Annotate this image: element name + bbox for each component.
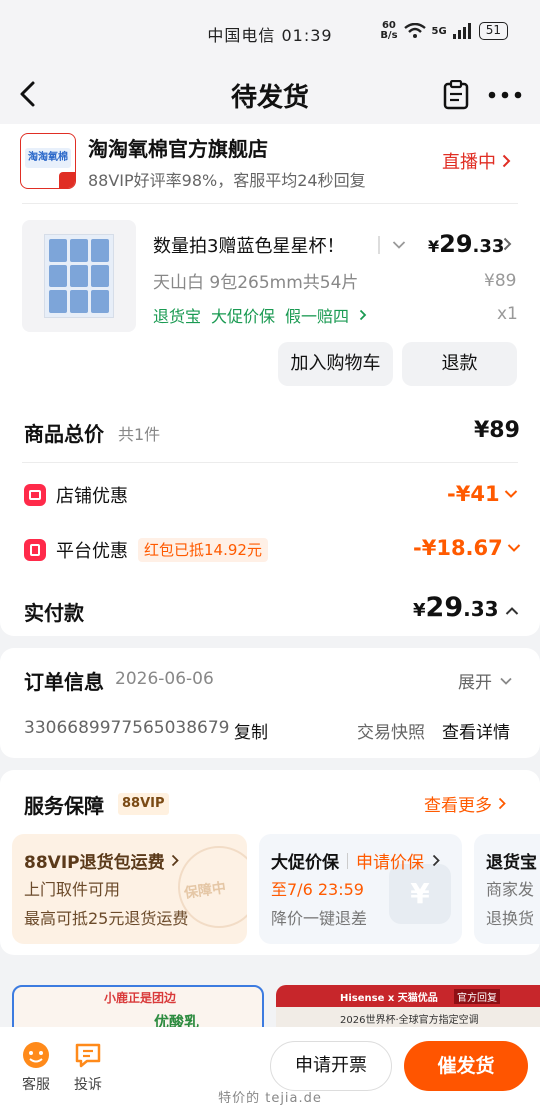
quantity: x1: [497, 304, 518, 324]
service-badge: 88VIP: [118, 793, 169, 815]
chevron-down-icon: [504, 490, 517, 498]
paid-label: 实付款: [24, 601, 84, 625]
shop-discount-row[interactable]: -¥41: [447, 482, 518, 506]
service-item-line1: 商家发: [486, 880, 535, 899]
watermark: 特价的 tejia.de: [218, 1091, 322, 1106]
product-price: ¥ 29 .33: [428, 230, 504, 258]
status-icons: 60 B/s 5G 51: [380, 21, 508, 41]
price-dec: .33: [472, 236, 505, 257]
signal-icon: [452, 23, 471, 39]
service-item-title: 88VIP退货包运费: [24, 853, 165, 873]
service-item-price-protection[interactable]: ¥ 大促价保 申请价保 至7/6 23:59 降价一键退差: [259, 834, 462, 944]
price-protection-icon: ¥: [389, 864, 451, 924]
clipboard-icon[interactable]: [442, 80, 470, 110]
ad-right-tag: 官方回复: [454, 989, 500, 1004]
battery-indicator: 51: [478, 22, 508, 40]
chevron-up-icon: [505, 607, 518, 615]
chevron-right-icon: [171, 854, 179, 867]
ad-right-brand: Hisense x 天猫优品: [340, 993, 438, 1004]
paid-dec: .33: [463, 597, 499, 621]
complain-button[interactable]: 投诉: [68, 1040, 108, 1094]
ad-left-text: 小鹿正是团边: [104, 991, 177, 1005]
paid-int: 29: [425, 592, 464, 623]
paid-amount[interactable]: ¥ 29 .33: [413, 592, 519, 623]
service-item-line2: 退换货: [486, 909, 535, 928]
refund-button[interactable]: 退款: [402, 342, 517, 386]
service-item-line1: 至7/6 23:59: [271, 880, 364, 899]
shop-logo[interactable]: 淘淘氧棉: [20, 133, 76, 189]
total-count: 共1件: [118, 425, 161, 444]
platform-discount-badge: 红包已抵14.92元: [138, 538, 268, 562]
tag-return-insurance: 退货宝: [153, 307, 202, 326]
status-bar: 中国电信 01:39 60 B/s 5G 51: [0, 0, 540, 64]
chevron-down-icon: [500, 677, 512, 685]
details-link[interactable]: 查看详情: [442, 718, 510, 743]
wifi-icon: [403, 23, 426, 38]
total-label: 商品总价: [24, 422, 104, 446]
product-spec: 天山白 9包265mm共54片: [153, 273, 359, 293]
see-more-button[interactable]: 查看更多: [424, 791, 506, 816]
service-item-line1: 上门取件可用: [24, 880, 121, 899]
service-item-line2: 最高可抵25元退货运费: [24, 909, 189, 928]
product-title[interactable]: 数量拍3赠蓝色星星杯！: [153, 232, 344, 258]
order-number: 3306689977565038679: [24, 718, 230, 738]
signal-type: 5G: [431, 25, 447, 37]
service-item-title: 退货宝: [486, 853, 537, 873]
shop-subtitle: 88VIP好评率98%，客服平均24秒回复: [88, 171, 366, 190]
shop-discount-icon: [24, 484, 46, 506]
tag-price-protection: 大促价保: [211, 307, 276, 326]
price-int: 29: [439, 230, 473, 258]
platform-discount-value: -¥18.67: [413, 536, 503, 560]
snapshot-link[interactable]: 交易快照: [357, 718, 425, 743]
expand-label: 展开: [458, 673, 492, 693]
complain-icon: [75, 1043, 101, 1068]
more-icon[interactable]: [488, 91, 522, 99]
shop-discount-label: 店铺优惠: [56, 486, 128, 507]
shop-logo-text: 淘淘氧棉: [25, 148, 71, 168]
live-label: 直播中: [442, 152, 496, 173]
service-item-return-insurance[interactable]: 退货宝 商家发 退换货: [474, 834, 540, 944]
platform-discount-label: 平台优惠: [56, 541, 128, 562]
paid-symbol: ¥: [413, 600, 426, 621]
copy-button[interactable]: 复制: [234, 718, 268, 743]
chevron-down-icon: [507, 544, 520, 552]
chevron-right-icon[interactable]: [503, 237, 512, 251]
shop-name[interactable]: 淘淘氧棉官方旗舰店: [88, 133, 268, 162]
net-speed-unit: B/s: [380, 30, 398, 41]
original-price: ¥89: [484, 271, 517, 291]
service-item-vip-return[interactable]: 保障中 88VIP退货包运费 上门取件可用 最高可抵25元退货运费: [12, 834, 247, 944]
ad-right-text: 2026世界杯·全球官方指定空调: [340, 1015, 479, 1026]
platform-discount-row[interactable]: -¥18.67: [413, 536, 521, 560]
urge-shipping-button[interactable]: 催发货: [404, 1041, 528, 1091]
customer-service-icon: [23, 1042, 49, 1068]
tag-authentic-guarantee: 假一赔四: [285, 307, 350, 326]
apply-price-protection[interactable]: 申请价保: [356, 848, 424, 873]
service-label: 服务保障: [24, 794, 104, 818]
price-symbol: ¥: [428, 237, 440, 256]
order-date: 2026-06-06: [115, 669, 214, 689]
service-item-title: 大促价保: [271, 853, 339, 873]
platform-discount-icon: [24, 539, 46, 561]
expand-button[interactable]: 展开: [458, 668, 512, 693]
nav-bar: 待发货: [0, 64, 540, 124]
live-button[interactable]: 直播中: [442, 148, 511, 174]
chevron-right-icon: [432, 854, 440, 867]
chevron-right-icon: [359, 309, 367, 321]
see-more-label: 查看更多: [424, 796, 492, 816]
add-to-cart-button[interactable]: 加入购物车: [278, 342, 393, 386]
order-info-label: 订单信息: [24, 670, 104, 694]
chevron-down-icon[interactable]: [392, 240, 406, 250]
service-item-line2: 降价一键退差: [271, 909, 368, 928]
customer-service-button[interactable]: 客服: [16, 1040, 56, 1094]
shop-discount-value: -¥41: [447, 482, 500, 506]
total-value: ¥89: [474, 418, 520, 443]
invoice-button[interactable]: 申请开票: [270, 1041, 392, 1091]
product-image[interactable]: [22, 220, 136, 332]
product-tags[interactable]: 退货宝 大促价保 假一赔四: [153, 303, 367, 327]
chevron-right-icon: [502, 154, 511, 168]
chevron-right-icon: [498, 797, 506, 810]
